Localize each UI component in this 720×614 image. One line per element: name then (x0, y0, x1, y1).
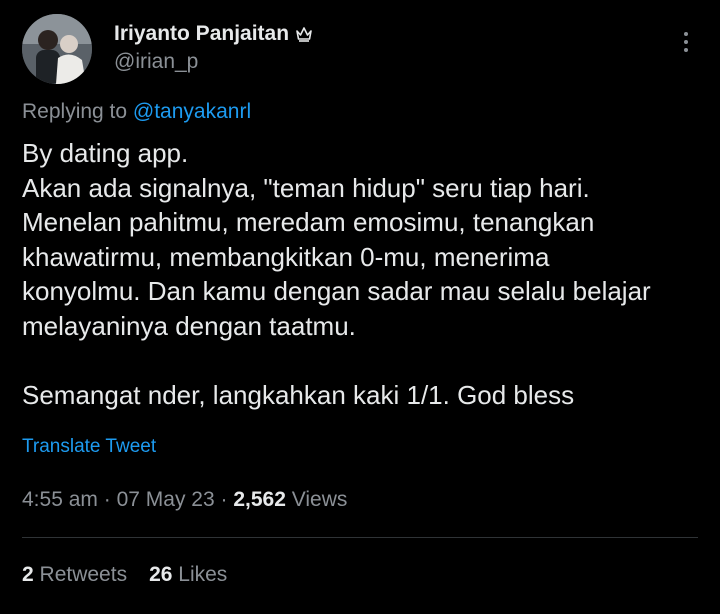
replying-to: Replying to @tanyakanrl (22, 100, 251, 124)
replying-to-link[interactable]: @tanyakanrl (133, 100, 251, 123)
likes-stat[interactable]: 26 Likes (149, 563, 227, 587)
replying-prefix: Replying to (22, 100, 128, 123)
meta-separator: · (103, 488, 111, 511)
tweet-stats: 2 Retweets 26 Likes (22, 563, 249, 587)
tweet-header: Iriyanto Panjaitan @irian_p (22, 14, 702, 84)
likes-count: 26 (149, 563, 173, 586)
tweet-meta: 4:55 am · 07 May 23 · 2,562 Views (22, 488, 347, 512)
likes-label: Likes (178, 563, 228, 586)
views-count: 2,562 (233, 488, 286, 511)
retweets-label: Retweets (39, 563, 128, 586)
avatar[interactable] (22, 14, 92, 84)
views-label: Views (291, 488, 348, 511)
avatar-photo (22, 14, 92, 84)
divider (22, 537, 698, 538)
crown-icon (295, 25, 313, 43)
more-options-icon[interactable] (674, 28, 698, 58)
author-handle[interactable]: @irian_p (114, 50, 198, 74)
translate-tweet-link[interactable]: Translate Tweet (22, 436, 156, 458)
tweet-time[interactable]: 4:55 am (22, 488, 98, 511)
author-display-name[interactable]: Iriyanto Panjaitan (114, 22, 289, 46)
author-name-row: Iriyanto Panjaitan (114, 22, 313, 46)
tweet-text: By dating app. Akan ada signalnya, "tema… (22, 138, 651, 410)
meta-separator: · (220, 488, 228, 511)
retweets-stat[interactable]: 2 Retweets (22, 563, 127, 587)
tweet-date[interactable]: 07 May 23 (117, 488, 215, 511)
retweets-count: 2 (22, 563, 34, 586)
